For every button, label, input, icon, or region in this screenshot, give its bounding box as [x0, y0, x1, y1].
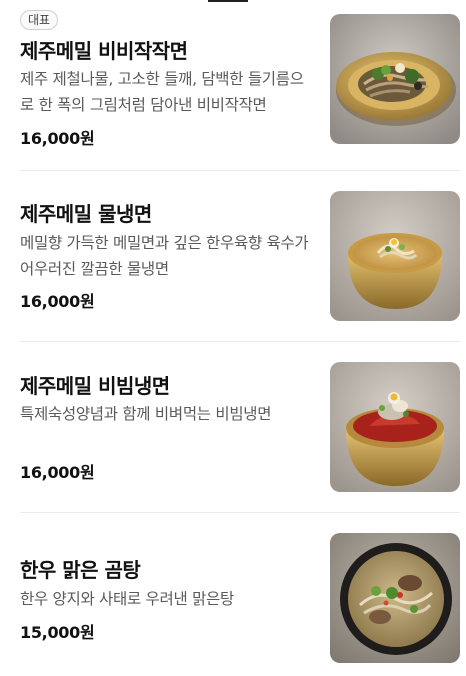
- bibim-noodle-photo: [330, 14, 460, 144]
- menu-item[interactable]: 한우 맑은 곰탕 한우 양지와 사태로 우려낸 맑은탕 15,000원: [0, 513, 466, 676]
- menu-item-price: 16,000원: [20, 292, 95, 311]
- menu-item-description: 제주 제철나물, 고소한 들깨, 담백한 들기름으로 한 폭의 그림처럼 담아낸…: [20, 70, 304, 114]
- menu-item-name: 한우 맑은 곰탕: [20, 558, 141, 582]
- menu-item-price: 15,000원: [20, 623, 95, 642]
- menu-item[interactable]: 제주메밀 비빔냉면 특제숙성양념과 함께 비벼먹는 비빔냉면 16,000원: [0, 342, 466, 512]
- beef-bone-soup-photo: [330, 533, 460, 663]
- menu-item-name: 제주메밀 비빔냉면: [20, 374, 170, 398]
- menu-item-price: 16,000원: [20, 463, 95, 482]
- menu-item-name: 제주메밀 비비작작면: [20, 39, 188, 63]
- menu-item-description: 메밀향 가득한 메밀면과 깊은 한우육향 육수가 어우러진 깔끔한 물냉면: [20, 234, 309, 278]
- menu-item-name: 제주메밀 물냉면: [20, 202, 152, 226]
- signature-badge: 대표: [20, 10, 59, 30]
- cold-noodle-soup-photo: [330, 191, 460, 321]
- menu-item-description: 특제숙성양념과 함께 비벼먹는 비빔냉면: [20, 405, 272, 423]
- spicy-cold-noodle-photo: [330, 362, 460, 492]
- menu-item-price: 16,000원: [20, 129, 95, 148]
- menu-item-description: 한우 양지와 사태로 우려낸 맑은탕: [20, 590, 234, 608]
- menu-item[interactable]: 제주메밀 물냉면 메밀향 가득한 메밀면과 깊은 한우육향 육수가 어우러진 깔…: [0, 171, 466, 341]
- menu-item[interactable]: 대표 제주메밀 비비작작면 제주 제철나물, 고소한 들깨, 담백한 들기름으로…: [0, 0, 466, 170]
